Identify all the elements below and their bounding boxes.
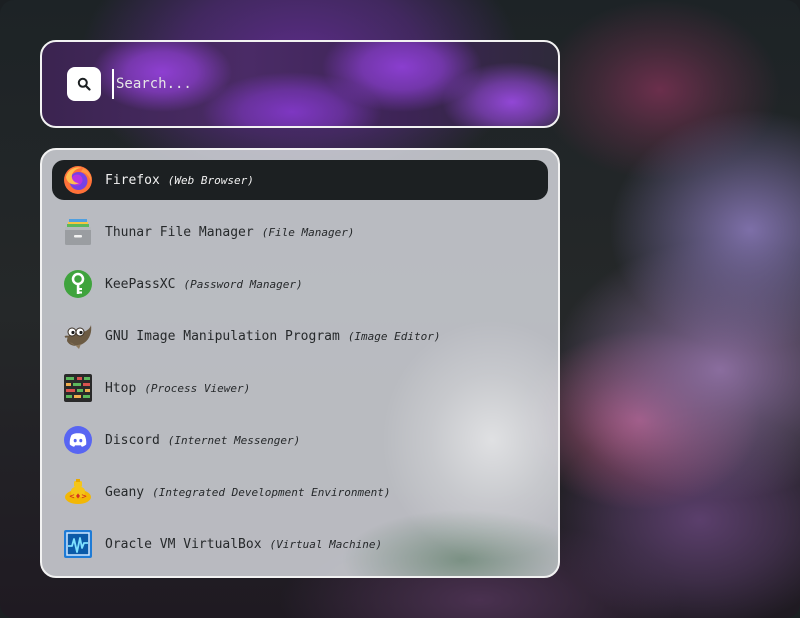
keepassxc-icon (63, 269, 93, 299)
result-category: (Web Browser) (167, 173, 254, 187)
result-name: Geany (105, 484, 145, 500)
htop-icon (63, 373, 93, 403)
result-category: (Internet Messenger) (167, 433, 301, 447)
result-name: KeePassXC (105, 276, 176, 292)
result-category: (Process Viewer) (144, 381, 251, 395)
svg-text:<♦>: <♦> (69, 493, 87, 501)
result-item-geany[interactable]: <♦> Geany (Integrated Development Enviro… (52, 472, 548, 512)
result-name: Oracle VM VirtualBox (105, 536, 262, 552)
desktop-background: Firefox (Web Browser) Thunar File Manage… (0, 0, 800, 618)
discord-icon (63, 425, 93, 455)
result-list: Firefox (Web Browser) Thunar File Manage… (52, 160, 548, 576)
search-input[interactable] (112, 69, 536, 99)
file-manager-icon (63, 217, 93, 247)
results-panel: Firefox (Web Browser) Thunar File Manage… (40, 148, 560, 578)
search-bar (40, 40, 560, 128)
result-name: Firefox (105, 172, 160, 188)
result-category: (Virtual Machine) (269, 537, 383, 551)
virtualbox-icon (63, 529, 93, 559)
result-category: (File Manager) (261, 225, 355, 239)
result-item-firefox[interactable]: Firefox (Web Browser) (52, 160, 548, 200)
result-item-thunar[interactable]: Thunar File Manager (File Manager) (52, 212, 548, 252)
search-icon (77, 77, 91, 91)
firefox-icon (63, 165, 93, 195)
result-name: GNU Image Manipulation Program (105, 328, 340, 344)
result-item-keepassxc[interactable]: KeePassXC (Password Manager) (52, 264, 548, 304)
result-item-virtualbox[interactable]: Oracle VM VirtualBox (Virtual Machine) (52, 524, 548, 564)
result-item-discord[interactable]: Discord (Internet Messenger) (52, 420, 548, 460)
result-name: Discord (105, 432, 160, 448)
gimp-icon (63, 321, 93, 351)
result-category: (Password Manager) (183, 277, 303, 291)
geany-icon: <♦> (63, 477, 93, 507)
result-name: Thunar File Manager (105, 224, 254, 240)
result-name: Htop (105, 380, 137, 396)
search-button[interactable] (67, 67, 101, 101)
result-item-gimp[interactable]: GNU Image Manipulation Program (Image Ed… (52, 316, 548, 356)
result-item-htop[interactable]: Htop (Process Viewer) (52, 368, 548, 408)
result-category: (Image Editor) (347, 329, 441, 343)
result-category: (Integrated Development Environment) (152, 485, 391, 499)
